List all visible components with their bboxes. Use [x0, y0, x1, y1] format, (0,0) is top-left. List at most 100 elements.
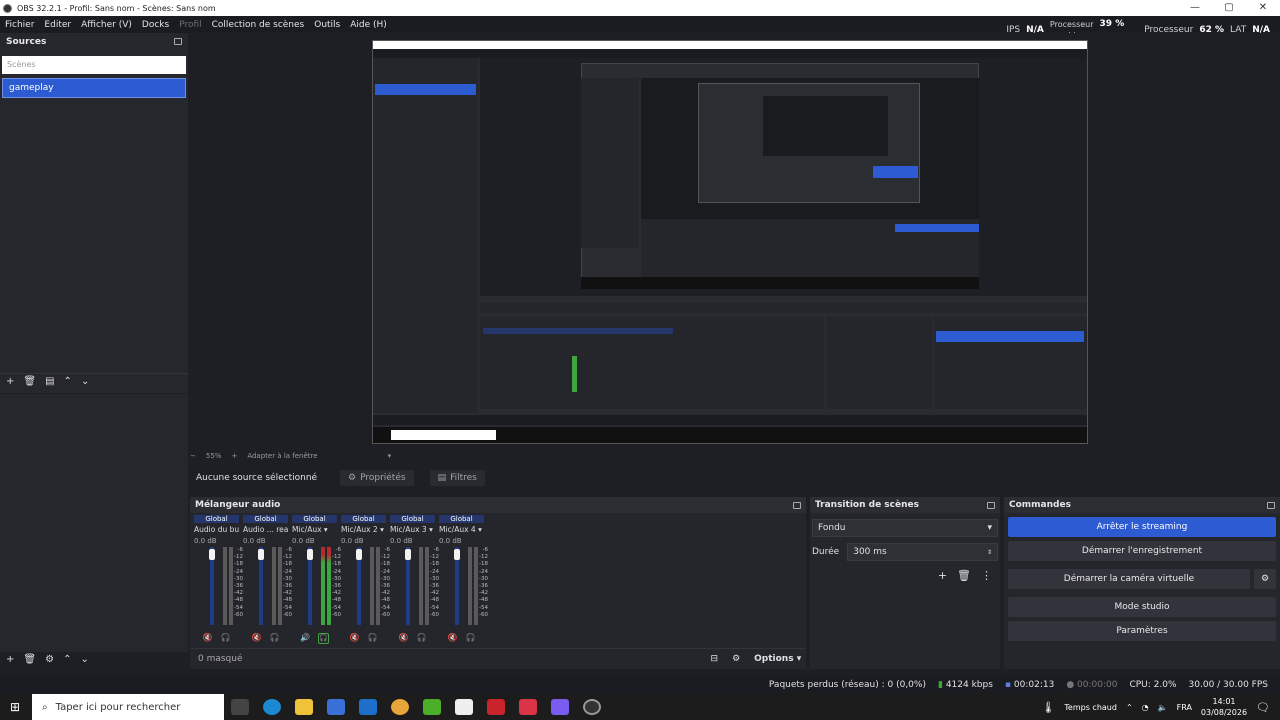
close-icon[interactable]: ✕: [1246, 0, 1280, 16]
scene-search-input[interactable]: Scènes: [2, 56, 186, 74]
tray-chevron-icon[interactable]: ⌃: [1126, 703, 1133, 712]
headphone-icon[interactable]: 🎧: [221, 633, 231, 642]
trash-icon[interactable]: 🗑: [957, 569, 971, 582]
studio-mode-button[interactable]: Mode studio: [1008, 597, 1276, 617]
stop-streaming-button[interactable]: Arrêter le streaming: [1008, 517, 1276, 537]
channel-global[interactable]: Global: [439, 515, 484, 523]
volume-slider-knob[interactable]: [209, 549, 215, 560]
menu-afficher[interactable]: Afficher (V): [76, 20, 137, 30]
channel-global[interactable]: Global: [341, 515, 386, 523]
channel-global[interactable]: Global: [292, 515, 337, 523]
channel-name-wrap[interactable]: Mic/Aux 4 ▾: [439, 525, 484, 534]
filter-icon[interactable]: ▤: [45, 376, 54, 387]
trash-icon[interactable]: 🗑: [23, 654, 36, 665]
muted-speaker-icon[interactable]: 🔇: [350, 633, 360, 642]
volume-slider-knob[interactable]: [307, 549, 313, 560]
move-up-icon[interactable]: ⌃: [63, 654, 71, 665]
app-red2-icon[interactable]: [519, 699, 537, 715]
muted-speaker-icon[interactable]: 🔇: [203, 633, 213, 642]
speaker-icon[interactable]: 🔊: [300, 633, 310, 644]
headphone-icon[interactable]: 🎧: [317, 633, 329, 644]
chrome-icon[interactable]: [391, 699, 409, 715]
add-icon[interactable]: +: [6, 654, 14, 665]
volume-slider-knob[interactable]: [454, 549, 460, 560]
more-icon[interactable]: ⋮: [981, 569, 992, 582]
edge-icon[interactable]: [263, 699, 281, 715]
options-button[interactable]: Options ▾: [754, 654, 801, 664]
windows-start-icon[interactable]: ⊞: [10, 700, 20, 714]
headphone-icon[interactable]: 🎧: [368, 633, 378, 642]
duration-spinbox[interactable]: 300 ms ⇕: [847, 543, 998, 561]
channel-global[interactable]: Global: [194, 515, 239, 523]
wifi-icon[interactable]: ◔: [1142, 703, 1149, 712]
zoom-in-icon[interactable]: +: [231, 452, 237, 460]
channel-name-wrap[interactable]: Mic/Aux ▾: [292, 525, 337, 534]
link-icon[interactable]: ⚙: [732, 654, 740, 664]
muted-speaker-icon[interactable]: 🔇: [252, 633, 262, 642]
muted-speaker-icon[interactable]: 🔇: [399, 633, 409, 642]
obs-taskbar-icon[interactable]: [583, 699, 601, 715]
headphone-icon[interactable]: 🎧: [466, 633, 476, 642]
channel-name-wrap[interactable]: Mic/Aux 2 ▾: [341, 525, 386, 534]
headphone-icon[interactable]: 🎧: [270, 633, 280, 642]
undock-icon[interactable]: [1267, 501, 1275, 509]
move-up-icon[interactable]: ⌃: [64, 376, 72, 387]
undock-icon[interactable]: [793, 501, 801, 509]
undock-icon[interactable]: [174, 38, 182, 45]
fit-select[interactable]: Adapter à la fenêtre: [247, 452, 317, 460]
zoom-out-icon[interactable]: −: [190, 452, 196, 460]
menu-profil[interactable]: Profil: [174, 20, 206, 30]
headphone-icon[interactable]: 🎧: [417, 633, 427, 642]
channel-name-wrap[interactable]: Audio ... reau 2 ▾: [243, 525, 288, 534]
volume-slider-knob[interactable]: [356, 549, 362, 560]
menu-editer[interactable]: Editer: [39, 20, 76, 30]
move-down-icon[interactable]: ⌄: [80, 654, 88, 665]
trash-icon[interactable]: 🗑: [23, 376, 36, 387]
task-view-icon[interactable]: [231, 699, 249, 715]
fit-dropdown-icon[interactable]: ▾: [388, 452, 392, 460]
menu-collection[interactable]: Collection de scènes: [207, 20, 310, 30]
add-icon[interactable]: +: [938, 569, 947, 582]
move-down-icon[interactable]: ⌄: [81, 376, 89, 387]
sources-dock: Sources Scènes gameplay: [0, 33, 188, 393]
document-icon[interactable]: [455, 699, 473, 715]
menu-fichier[interactable]: Fichier: [0, 20, 39, 30]
weather-icon[interactable]: 🌡: [1041, 701, 1055, 714]
mail-icon[interactable]: [359, 699, 377, 715]
clock[interactable]: 14:01 03/08/2026: [1201, 696, 1247, 718]
undock-icon[interactable]: [987, 501, 995, 509]
properties-button[interactable]: ⚙ Propriétés: [340, 470, 414, 486]
app-red-icon[interactable]: [487, 699, 505, 715]
volume-slider-knob[interactable]: [405, 549, 411, 560]
menu-docks[interactable]: Docks: [137, 20, 174, 30]
virtual-camera-settings-icon[interactable]: ⚙: [1254, 569, 1276, 589]
menu-aide[interactable]: Aide (H): [345, 20, 392, 30]
channel-name-wrap[interactable]: Audio du bureau ▾: [194, 525, 239, 534]
start-recording-button[interactable]: Démarrer l'enregistrement: [1008, 541, 1276, 561]
taskbar-search[interactable]: ⌕ Taper ici pour rechercher: [32, 694, 224, 720]
gear-icon[interactable]: ⚙: [45, 654, 54, 665]
weather-label[interactable]: Temps chaud: [1064, 703, 1117, 712]
channel-name-wrap[interactable]: Mic/Aux 3 ▾: [390, 525, 435, 534]
nvidia-icon[interactable]: [423, 699, 441, 715]
volume-icon[interactable]: 🔈: [1158, 703, 1168, 712]
channel-global[interactable]: Global: [390, 515, 435, 523]
muted-speaker-icon[interactable]: 🔇: [448, 633, 458, 642]
volume-slider-knob[interactable]: [258, 549, 264, 560]
menu-outils[interactable]: Outils: [309, 20, 345, 30]
language[interactable]: FRA: [1177, 703, 1192, 712]
maximize-icon[interactable]: ▢: [1212, 0, 1246, 16]
source-item-gameplay[interactable]: gameplay: [2, 78, 186, 98]
minimize-icon[interactable]: —: [1178, 0, 1212, 16]
add-icon[interactable]: +: [6, 376, 14, 387]
settings-button[interactable]: Paramètres: [1008, 621, 1276, 641]
filters-button[interactable]: ▤ Filtres: [429, 470, 485, 486]
channel-global[interactable]: Global: [243, 515, 288, 523]
layout-icon[interactable]: ⊟: [711, 654, 719, 664]
file-explorer-icon[interactable]: [295, 699, 313, 715]
store-icon[interactable]: [327, 699, 345, 715]
notification-icon[interactable]: 🗨: [1256, 701, 1270, 714]
transition-select[interactable]: Fondu ▾: [812, 519, 998, 537]
discord-icon[interactable]: [551, 699, 569, 715]
virtual-camera-button[interactable]: Démarrer la caméra virtuelle: [1008, 569, 1250, 589]
